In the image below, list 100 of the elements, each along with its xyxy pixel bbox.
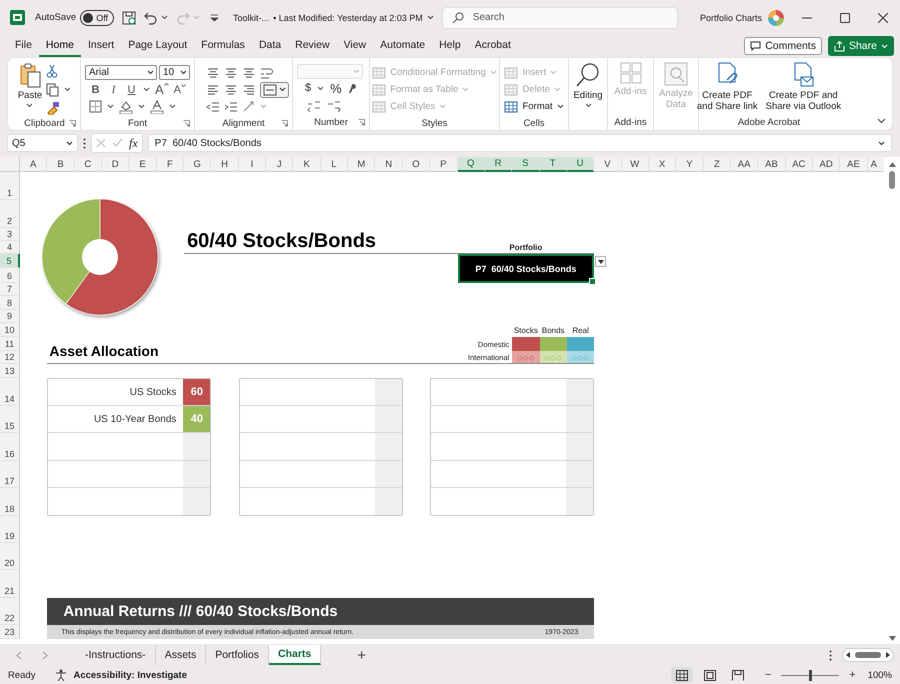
borders-icon[interactable] (89, 100, 102, 113)
column-header[interactable]: P (430, 157, 458, 172)
ribbon-tab[interactable]: Automate (373, 35, 432, 57)
row-header[interactable]: 2 (0, 200, 20, 228)
caret-icon[interactable] (164, 82, 169, 86)
row-header[interactable]: 15 (0, 406, 20, 433)
comments-button[interactable]: Comments (744, 37, 822, 55)
font-color-icon[interactable] (150, 100, 164, 114)
caret-icon[interactable] (584, 103, 592, 108)
row-header[interactable]: 14 (0, 378, 20, 406)
column-header[interactable]: I (238, 157, 266, 172)
sheet-tab[interactable]: Assets (156, 645, 206, 665)
format-painter-icon[interactable] (46, 101, 60, 115)
row-header[interactable]: 4 (0, 241, 20, 254)
column-header[interactable]: E (129, 157, 157, 172)
font-style-button[interactable]: B (89, 84, 102, 96)
customize-icon[interactable] (210, 14, 220, 22)
editing-button[interactable]: Editing (573, 62, 603, 116)
row-header[interactable]: 1 (0, 172, 20, 200)
caret-icon[interactable] (66, 140, 73, 146)
caret-icon[interactable] (64, 87, 72, 92)
increase-indent-icon[interactable] (224, 100, 238, 112)
name-box[interactable]: Q5 (7, 134, 78, 152)
column-header[interactable]: AC (786, 157, 813, 172)
number-format-field[interactable] (297, 64, 363, 79)
accessibility-status[interactable]: Accessibility: Investigate (73, 670, 187, 680)
column-header[interactable]: M (348, 157, 376, 172)
zoom-out-button[interactable]: − (764, 669, 772, 681)
row-header[interactable]: 7 (0, 283, 20, 296)
row-header[interactable]: 3 (0, 228, 20, 241)
dialog-launcher-icon[interactable] (69, 120, 76, 127)
copy-icon[interactable] (46, 82, 60, 96)
row-header[interactable]: 10 (0, 323, 20, 337)
add-sheet-button[interactable]: + (357, 646, 366, 664)
search-field[interactable]: Search (442, 6, 678, 28)
column-header[interactable]: W (622, 157, 649, 172)
scissors-icon[interactable] (46, 64, 58, 78)
column-header[interactable]: J (266, 157, 294, 172)
column-header[interactable]: X (648, 157, 676, 172)
ribbon-tab[interactable]: View (336, 35, 374, 57)
orientation-icon[interactable] (242, 100, 256, 113)
font-name-field[interactable]: Arial (85, 65, 157, 80)
avatar-icon[interactable] (768, 10, 784, 26)
column-header[interactable]: K (293, 157, 321, 172)
percent-button[interactable]: % (330, 80, 342, 96)
font-style-button[interactable]: U (125, 84, 138, 96)
column-header[interactable]: V (594, 157, 622, 172)
row-header[interactable]: 22 (0, 598, 20, 625)
column-header[interactable]: C (74, 157, 102, 172)
column-header[interactable]: Y (676, 157, 704, 172)
caret-icon[interactable] (556, 104, 564, 109)
column-header[interactable]: A (868, 157, 884, 172)
zoom-in-button[interactable]: + (849, 669, 856, 681)
ribbon-tab[interactable]: Insert (80, 35, 122, 57)
column-header[interactable]: O (402, 157, 430, 172)
undo-icon[interactable] (144, 10, 158, 24)
column-header[interactable]: Q (458, 157, 485, 172)
column-header[interactable]: AE (840, 157, 868, 172)
align-center-icon[interactable] (224, 84, 238, 96)
row-header[interactable]: 21 (0, 570, 20, 598)
collapse-ribbon-icon[interactable] (877, 118, 886, 124)
top-align-icon[interactable] (206, 66, 220, 78)
column-header[interactable]: B (47, 157, 75, 172)
column-header[interactable]: H (211, 157, 239, 172)
more-options-icon[interactable] (83, 138, 86, 148)
dialog-launcher-icon[interactable] (358, 119, 365, 126)
ribbon-tab[interactable]: Formulas (194, 35, 252, 57)
caret-icon[interactable] (138, 104, 145, 109)
more-options-icon[interactable] (829, 650, 832, 660)
row-header[interactable]: 11 (0, 337, 20, 351)
row-header[interactable]: 12 (0, 351, 20, 364)
row-header[interactable]: 16 (0, 433, 20, 461)
maximize-icon[interactable] (840, 12, 850, 22)
caret-icon[interactable] (180, 70, 187, 75)
column-header[interactable]: R (484, 157, 512, 172)
sheet-tab[interactable]: Charts (268, 645, 322, 665)
row-header[interactable]: 18 (0, 488, 20, 516)
sheet-tab[interactable]: -Instructions- (76, 645, 156, 665)
column-header[interactable]: D (102, 157, 130, 172)
font-style-button[interactable]: I (107, 84, 120, 96)
zoom-slider-thumb[interactable] (809, 670, 812, 680)
create-pdf-button[interactable]: Create PDF and Share link (694, 62, 760, 116)
column-header[interactable]: F (156, 157, 184, 172)
comma-style-icon[interactable] (348, 82, 356, 94)
autosave-toggle[interactable]: Off (80, 10, 114, 26)
close-icon[interactable] (878, 12, 888, 22)
column-header[interactable]: L (320, 157, 348, 172)
increase-decimal-icon[interactable] (307, 99, 321, 112)
row-header[interactable]: 5 (0, 254, 20, 268)
caret-icon[interactable] (169, 104, 176, 109)
fill-color-icon[interactable] (119, 100, 133, 114)
row-header[interactable]: 19 (0, 516, 20, 543)
scroll-down-icon[interactable] (888, 636, 896, 641)
insert-function-button[interactable]: fx (129, 136, 138, 150)
portfolio-select-cell[interactable]: P7 60/40 Stocks/Bonds (458, 254, 594, 283)
column-header[interactable]: AB (758, 157, 786, 172)
wrap-text-icon[interactable] (260, 66, 272, 79)
create-pdf-button[interactable]: Create PDF and Share via Outlook (764, 62, 844, 116)
scroll-right-icon[interactable] (886, 652, 890, 658)
account-name[interactable]: Portfolio Charts (700, 12, 762, 22)
